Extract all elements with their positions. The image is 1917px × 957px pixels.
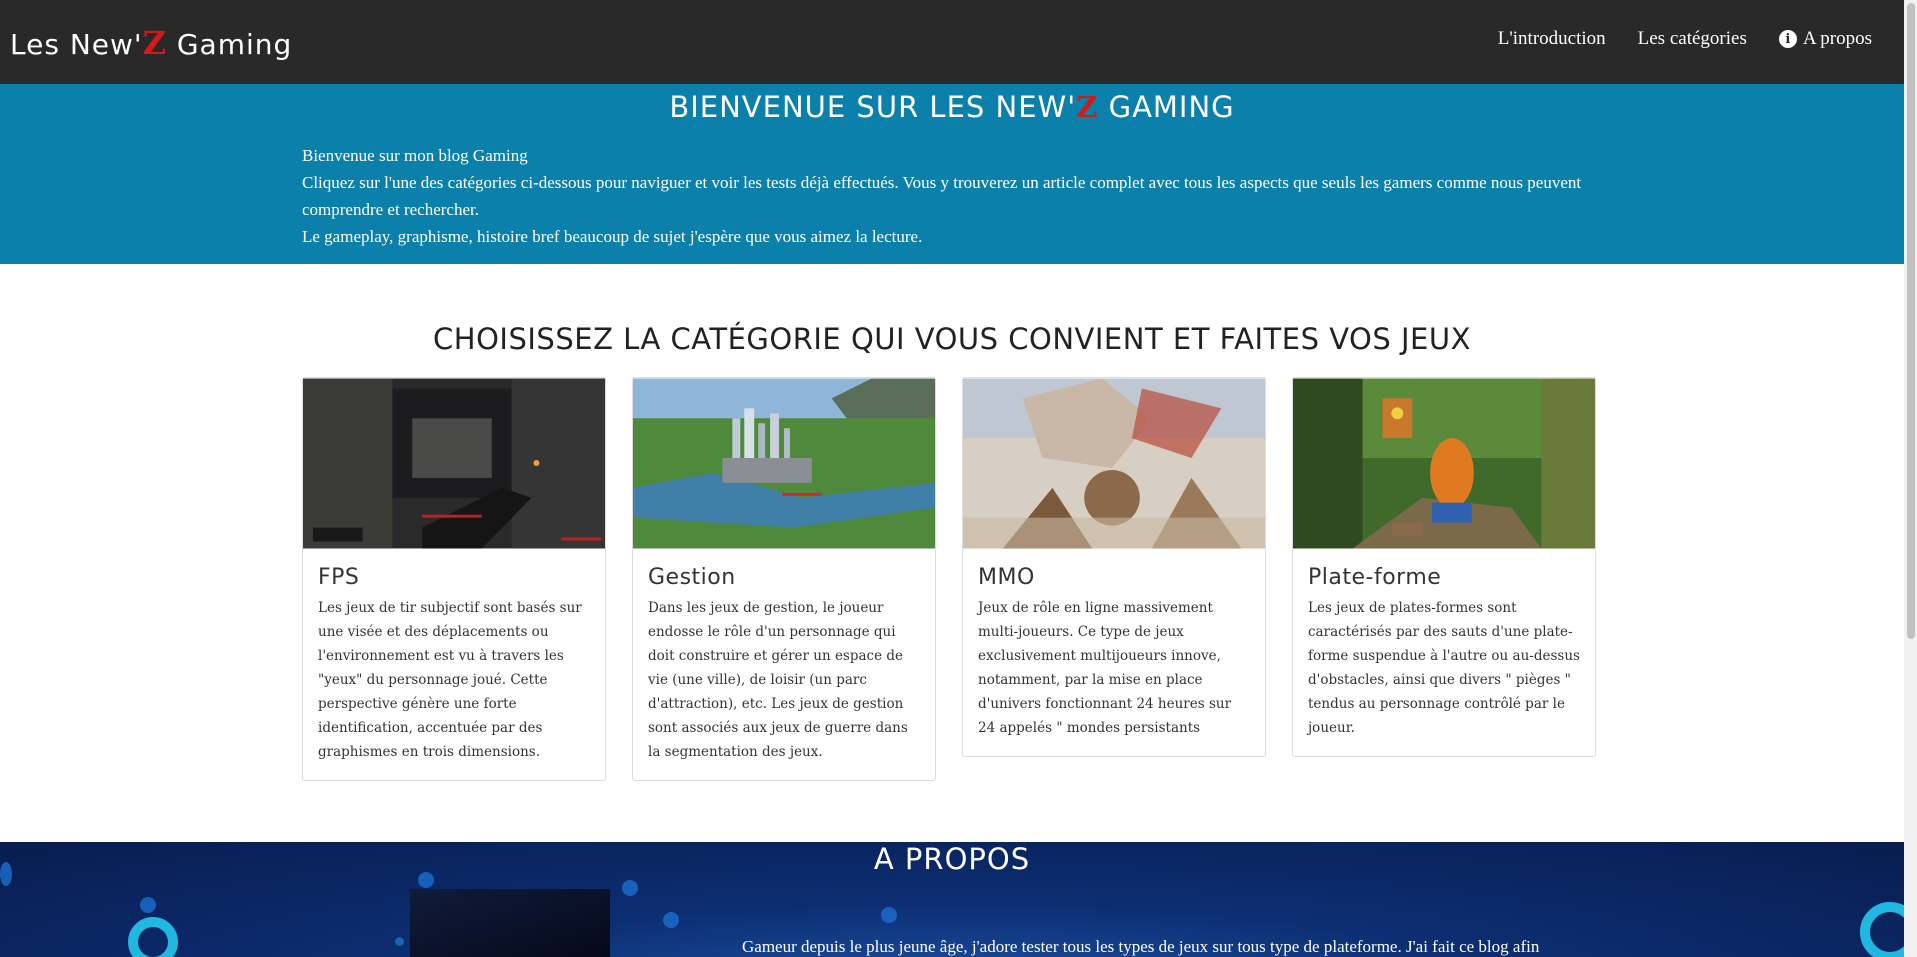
hero-title-z: Z <box>1076 90 1099 124</box>
nav-links: L'introduction Les catégories i A propos <box>1498 28 1872 50</box>
card-title: Gestion <box>648 565 736 590</box>
nav-link-categories[interactable]: Les catégories <box>1638 28 1747 50</box>
navbar: Les New'Z Gaming L'introduction Les caté… <box>0 0 1904 84</box>
bokeh-dot <box>140 897 156 913</box>
bokeh-dot <box>395 937 404 946</box>
bokeh-dot <box>663 912 679 928</box>
hero-paragraph: Cliquez sur l'une des catégories ci-dess… <box>302 173 1582 219</box>
ring-decoration <box>128 917 178 957</box>
brand-z: Z <box>142 24 167 62</box>
hero-text: Bienvenue sur mon blog Gaming Cliquez su… <box>302 142 1592 250</box>
bokeh-dot <box>622 880 638 896</box>
nav-link-apropos[interactable]: i A propos <box>1778 28 1872 50</box>
hero-paragraph: Bienvenue sur mon blog Gaming <box>302 146 528 165</box>
ring-decoration <box>1860 902 1904 957</box>
brand-logo[interactable]: Les New'Z Gaming <box>10 24 292 62</box>
categories-title: CHOISISSEZ LA CATÉGORIE QUI VOUS CONVIEN… <box>433 322 1471 356</box>
nav-link-introduction[interactable]: L'introduction <box>1498 28 1606 50</box>
category-card-mmo[interactable]: MMO Jeux de rôle en ligne massivement mu… <box>962 377 1266 757</box>
hero-title-prefix: BIENVENUE SUR LES NEW' <box>669 90 1077 124</box>
card-text: Les jeux de plates-formes sont caractéri… <box>1308 600 1580 736</box>
card-text: Les jeux de tir subjectif sont basés sur… <box>318 600 582 760</box>
mmo-image <box>963 378 1265 549</box>
card-text: Dans les jeux de gestion, le joueur endo… <box>648 600 908 760</box>
category-card-fps[interactable]: FPS Les jeux de tir subjectif sont basés… <box>302 377 606 781</box>
bokeh-dot <box>881 907 897 923</box>
card-title: Plate-forme <box>1308 565 1442 590</box>
category-card-plateforme[interactable]: Plate-forme Les jeux de plates-formes so… <box>1292 377 1596 757</box>
apropos-section: A PROPOS Gameur depuis le plus jeune âge… <box>0 842 1904 957</box>
profile-photo <box>410 889 610 957</box>
nav-link-label: Les catégories <box>1637 28 1747 49</box>
card-title: MMO <box>978 565 1035 590</box>
category-card-gestion[interactable]: Gestion Dans les jeux de gestion, le jou… <box>632 377 936 781</box>
apropos-title: A PROPOS <box>873 842 1031 876</box>
info-icon: i <box>1778 30 1797 48</box>
brand-prefix: Les New' <box>10 28 143 61</box>
nav-link-label: A propos <box>1802 28 1872 49</box>
nav-link-label: L'introduction <box>1497 28 1606 49</box>
plateforme-image <box>1293 378 1595 549</box>
brand-suffix: Gaming <box>166 28 293 61</box>
hero-paragraph: Le gameplay, graphisme, histoire bref be… <box>302 227 923 246</box>
card-text: Jeux de rôle en ligne massivement multi-… <box>978 600 1232 736</box>
card-title: FPS <box>318 565 360 590</box>
gestion-image <box>633 378 935 549</box>
hero-section: BIENVENUE SUR LES NEW'Z GAMING Bienvenue… <box>0 84 1904 264</box>
scrollbar[interactable] <box>1904 0 1917 957</box>
hero-title-suffix: GAMING <box>1098 90 1235 124</box>
scrollbar-thumb[interactable] <box>1907 3 1915 639</box>
apropos-text: Gameur depuis le plus jeune âge, j'adore… <box>742 937 1540 956</box>
fps-image <box>303 378 605 549</box>
hero-title: BIENVENUE SUR LES NEW'Z GAMING <box>0 90 1904 124</box>
